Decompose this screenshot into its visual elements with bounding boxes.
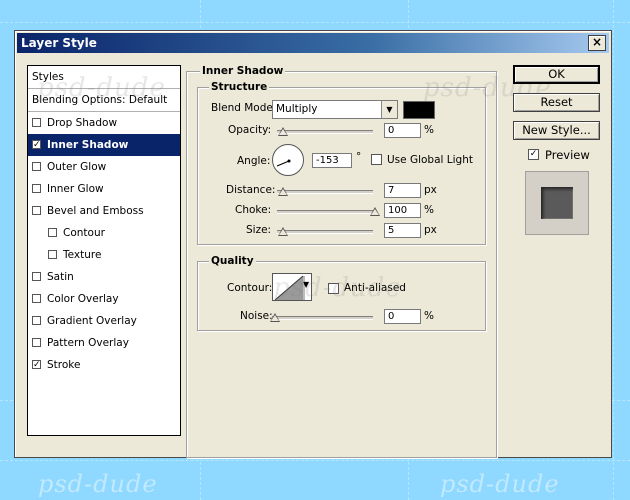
style-item-label: Contour <box>63 227 105 239</box>
style-item-label: Gradient Overlay <box>47 315 137 327</box>
use-global-light-checkbox[interactable] <box>371 154 382 165</box>
style-item[interactable]: Satin <box>28 266 180 288</box>
angle-label: Angle: <box>237 155 271 167</box>
style-item-label: Outer Glow <box>47 161 107 173</box>
style-checkbox[interactable] <box>32 338 41 347</box>
distance-slider-thumb[interactable] <box>278 187 288 196</box>
angle-field[interactable]: -153 <box>312 153 352 168</box>
style-checkbox[interactable] <box>32 184 41 193</box>
style-item[interactable]: ✓ Inner Shadow <box>28 134 180 156</box>
style-checkbox[interactable] <box>48 250 57 259</box>
preview-label: Preview <box>545 148 590 162</box>
angle-dial[interactable] <box>272 144 304 176</box>
size-slider-thumb[interactable] <box>278 227 288 236</box>
layer-style-dialog: Layer Style × Styles Blending Options: D… <box>14 30 612 458</box>
blend-color-swatch[interactable] <box>403 101 435 119</box>
opacity-slider-thumb[interactable] <box>278 127 288 136</box>
style-checkbox[interactable] <box>32 162 41 171</box>
styles-list: Styles Blending Options: Default Drop Sh… <box>27 65 181 436</box>
style-item[interactable]: Outer Glow <box>28 156 180 178</box>
size-unit: px <box>424 224 437 236</box>
watermark: psd-dude <box>38 470 158 498</box>
style-item-label: Stroke <box>47 359 81 371</box>
guide-line <box>0 460 630 461</box>
title-bar: Layer Style × <box>17 33 609 53</box>
opacity-field[interactable]: 0 <box>384 123 421 138</box>
noise-unit: % <box>424 310 434 322</box>
watermark: psd-dude <box>440 470 560 498</box>
preview-checkbox[interactable]: ✓ <box>528 149 539 160</box>
new-style-button[interactable]: New Style... <box>513 121 600 140</box>
noise-label: Noise: <box>240 310 273 322</box>
structure-title: Structure <box>209 81 270 93</box>
close-button[interactable]: × <box>588 35 606 51</box>
style-item-label: Color Overlay <box>47 293 119 305</box>
style-item[interactable]: Drop Shadow <box>28 112 180 134</box>
choke-slider-thumb[interactable] <box>370 207 380 216</box>
window-title: Layer Style <box>21 36 97 50</box>
style-item-label: Inner Shadow <box>47 139 129 151</box>
style-preview <box>525 171 589 235</box>
style-checkbox[interactable] <box>32 118 41 127</box>
style-item[interactable]: Color Overlay <box>28 288 180 310</box>
style-checkbox[interactable] <box>32 206 41 215</box>
noise-field[interactable]: 0 <box>384 309 421 324</box>
noise-slider-thumb[interactable] <box>270 313 280 322</box>
noise-slider[interactable] <box>272 316 373 320</box>
choke-field[interactable]: 100 <box>384 203 421 218</box>
style-item-label: Texture <box>63 249 102 261</box>
guide-line <box>0 22 630 23</box>
reset-button[interactable]: Reset <box>513 93 600 112</box>
style-item-label: Inner Glow <box>47 183 104 195</box>
opacity-unit: % <box>424 124 434 136</box>
size-slider[interactable] <box>277 230 373 234</box>
angle-indicator-icon <box>276 159 291 167</box>
style-item-label: Pattern Overlay <box>47 337 129 349</box>
anti-aliased-checkbox[interactable] <box>328 283 339 294</box>
contour-label: Contour: <box>227 282 273 294</box>
inner-shadow-title: Inner Shadow <box>200 65 286 77</box>
style-checkbox[interactable]: ✓ <box>32 360 41 370</box>
style-item[interactable]: Gradient Overlay <box>28 310 180 332</box>
style-checkbox[interactable] <box>48 228 57 237</box>
blending-options-item[interactable]: Blending Options: Default <box>28 89 180 112</box>
choke-slider[interactable] <box>277 210 373 214</box>
style-item[interactable]: Bevel and Emboss <box>28 200 180 222</box>
style-item[interactable]: ✓ Stroke <box>28 354 180 376</box>
size-field[interactable]: 5 <box>384 223 421 238</box>
distance-slider[interactable] <box>277 190 373 194</box>
style-item-label: Drop Shadow <box>47 117 118 129</box>
style-item[interactable]: Texture <box>28 244 180 266</box>
contour-dropdown-icon[interactable]: ▼ <box>303 280 309 289</box>
blend-mode-value: Multiply <box>276 103 318 115</box>
style-item[interactable]: Pattern Overlay <box>28 332 180 354</box>
distance-label: Distance: <box>226 184 276 196</box>
blend-mode-select[interactable]: Multiply ▼ <box>272 100 398 119</box>
style-checkbox[interactable]: ✓ <box>32 140 41 150</box>
styles-header[interactable]: Styles <box>28 66 180 89</box>
opacity-slider[interactable] <box>277 130 373 134</box>
style-checkbox[interactable] <box>32 316 41 325</box>
preview-swatch <box>541 187 573 219</box>
anti-aliased-label: Anti-aliased <box>344 282 406 294</box>
choke-unit: % <box>424 204 434 216</box>
guide-line <box>613 0 614 500</box>
style-item[interactable]: Contour <box>28 222 180 244</box>
blend-mode-label: Blend Mode: <box>211 102 277 114</box>
style-item[interactable]: Inner Glow <box>28 178 180 200</box>
choke-label: Choke: <box>235 204 272 216</box>
chevron-down-icon: ▼ <box>381 101 397 118</box>
quality-title: Quality <box>209 255 256 267</box>
style-item-label: Bevel and Emboss <box>47 205 144 217</box>
angle-unit: ° <box>356 151 362 163</box>
style-checkbox[interactable] <box>32 294 41 303</box>
distance-unit: px <box>424 184 437 196</box>
size-label: Size: <box>246 224 272 236</box>
style-checkbox[interactable] <box>32 272 41 281</box>
ok-button[interactable]: OK <box>513 65 600 84</box>
distance-field[interactable]: 7 <box>384 183 421 198</box>
use-global-light-label: Use Global Light <box>387 154 473 166</box>
style-item-label: Satin <box>47 271 74 283</box>
opacity-label: Opacity: <box>228 124 272 136</box>
